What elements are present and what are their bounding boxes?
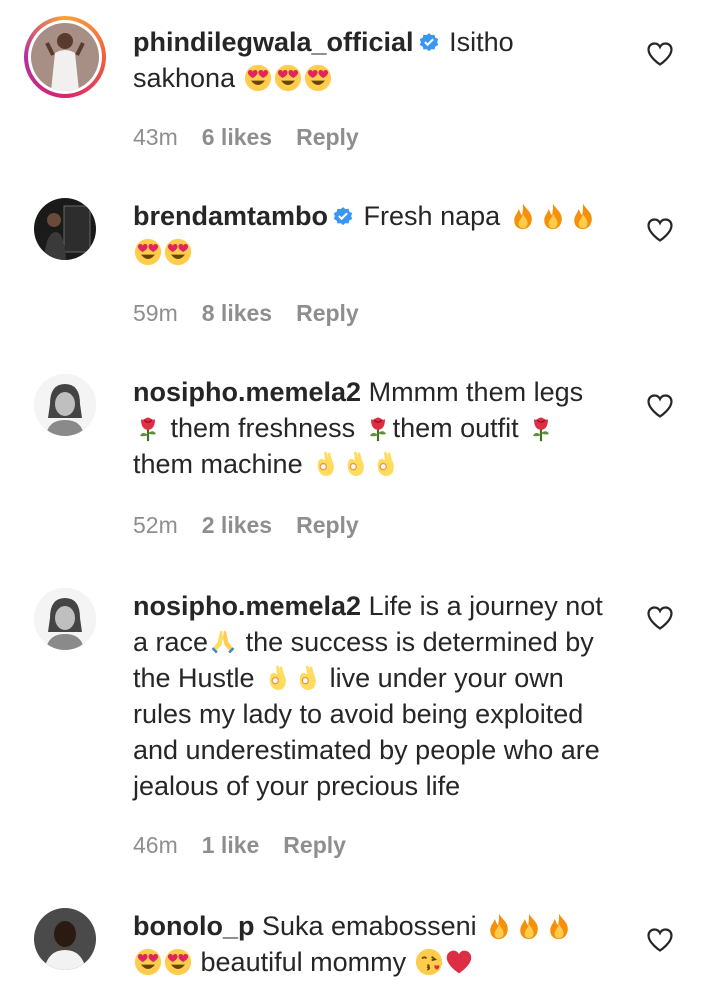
heart-eyes-emoji-icon: [244, 64, 272, 92]
comment-username[interactable]: nosipho.memela2: [133, 377, 361, 407]
fire-emoji-icon: [569, 202, 597, 230]
rose-emoji-icon: [527, 414, 555, 442]
fire-emoji-icon: [485, 912, 513, 940]
comment-text-part: jealous of your precious life: [133, 771, 461, 801]
reply-button[interactable]: Reply: [296, 124, 359, 150]
heart-outline-icon[interactable]: [646, 216, 674, 244]
comment-text-part: beautiful mommy: [200, 947, 407, 977]
profile-photo: [31, 23, 99, 91]
comment-likes[interactable]: 8 likes: [202, 300, 272, 326]
comment-text-part: them machine: [133, 449, 303, 479]
profile-photo: [34, 198, 96, 260]
comment-text-part: rules my lady to avoid being exploited: [133, 699, 584, 729]
fire-emoji-icon: [539, 202, 567, 230]
verified-badge-icon: [332, 205, 354, 227]
heart-outline-icon[interactable]: [646, 392, 674, 420]
comment-time: 43m: [133, 124, 178, 150]
heart-eyes-emoji-icon: [134, 238, 162, 266]
ok-hand-emoji-icon: [371, 450, 399, 478]
heart-eyes-emoji-icon: [164, 948, 192, 976]
comment-text-part: sakhona: [133, 63, 236, 93]
comment-username[interactable]: brendamtambo: [133, 201, 328, 231]
comment-item: brendamtambo Fresh napa 59m 8 likes Reply: [0, 170, 720, 350]
rose-emoji-icon: [134, 414, 162, 442]
comment-item: phindilegwala_official Isitho sakhona 43…: [0, 0, 720, 170]
heart-eyes-emoji-icon: [164, 238, 192, 266]
comment-item: nosipho.memela2 Life is a journey not a …: [0, 570, 720, 890]
comments-page: phindilegwala_official Isitho sakhona 43…: [0, 0, 720, 986]
heart-outline-icon[interactable]: [646, 926, 674, 954]
comment-text: nosipho.memela2 Mmmm them legs them fres…: [133, 374, 623, 482]
comment-text-part: them outfit: [392, 413, 519, 443]
comment-text-part: a race: [133, 627, 209, 657]
comment-item: nosipho.memela2 Mmmm them legs them fres…: [0, 358, 720, 570]
ok-hand-emoji-icon: [263, 664, 291, 692]
comment-time: 46m: [133, 832, 178, 858]
comment-text-part: Mmmm them legs: [368, 377, 584, 407]
fire-emoji-icon: [515, 912, 543, 940]
heart-eyes-emoji-icon: [274, 64, 302, 92]
avatar[interactable]: [34, 588, 96, 650]
comment-text-part: the Hustle: [133, 663, 255, 693]
fire-emoji-icon: [509, 202, 537, 230]
comment-meta: 46m 1 like Reply: [133, 832, 370, 859]
red-heart-emoji-icon: [445, 948, 473, 976]
comment-likes[interactable]: 6 likes: [202, 124, 272, 150]
avatar[interactable]: [34, 198, 96, 260]
comment-text: phindilegwala_official Isitho sakhona: [133, 24, 623, 96]
comment-likes[interactable]: 1 like: [202, 832, 260, 858]
comment-text-part: Isitho: [449, 27, 514, 57]
kissing-heart-emoji-icon: [415, 948, 443, 976]
fire-emoji-icon: [545, 912, 573, 940]
reply-button[interactable]: Reply: [296, 512, 359, 538]
comment-text-part: Life is a journey not: [368, 591, 603, 621]
comment-text: nosipho.memela2 Life is a journey not a …: [133, 588, 623, 804]
folded-hands-emoji-icon: [209, 628, 237, 656]
comment-username[interactable]: nosipho.memela2: [133, 591, 361, 621]
heart-outline-icon[interactable]: [646, 40, 674, 68]
comment-item: bonolo_p Suka emabosseni beautiful mommy: [0, 896, 720, 986]
comment-text: brendamtambo Fresh napa: [133, 198, 623, 270]
comment-meta: 59m 8 likes Reply: [133, 300, 383, 327]
rose-emoji-icon: [364, 414, 392, 442]
ok-hand-emoji-icon: [293, 664, 321, 692]
reply-button[interactable]: Reply: [283, 832, 346, 858]
avatar[interactable]: [34, 374, 96, 436]
reply-button[interactable]: Reply: [296, 300, 359, 326]
comment-text-part: Suka emabosseni: [262, 911, 477, 941]
comment-username[interactable]: bonolo_p: [133, 911, 254, 941]
avatar[interactable]: [34, 908, 96, 970]
ok-hand-emoji-icon: [311, 450, 339, 478]
comment-likes[interactable]: 2 likes: [202, 512, 272, 538]
comment-meta: 52m 2 likes Reply: [133, 512, 383, 539]
heart-outline-icon[interactable]: [646, 604, 674, 632]
ok-hand-emoji-icon: [341, 450, 369, 478]
comment-text: bonolo_p Suka emabosseni beautiful mommy: [133, 908, 623, 980]
comment-time: 52m: [133, 512, 178, 538]
verified-badge-icon: [418, 31, 440, 53]
comment-text-part: live under your own: [329, 663, 564, 693]
profile-photo: [34, 908, 96, 970]
comment-meta: 43m 6 likes Reply: [133, 124, 383, 151]
comment-text-part: them freshness: [170, 413, 356, 443]
comment-text-part: Fresh napa: [363, 201, 501, 231]
comment-text-part: the success is determined by: [245, 627, 594, 657]
comment-username[interactable]: phindilegwala_official: [133, 27, 414, 57]
comment-time: 59m: [133, 300, 178, 326]
heart-eyes-emoji-icon: [134, 948, 162, 976]
avatar[interactable]: [24, 16, 106, 98]
profile-photo: [34, 588, 96, 650]
heart-eyes-emoji-icon: [304, 64, 332, 92]
profile-photo: [34, 374, 96, 436]
comment-text-part: and underestimated by people who are: [133, 735, 600, 765]
